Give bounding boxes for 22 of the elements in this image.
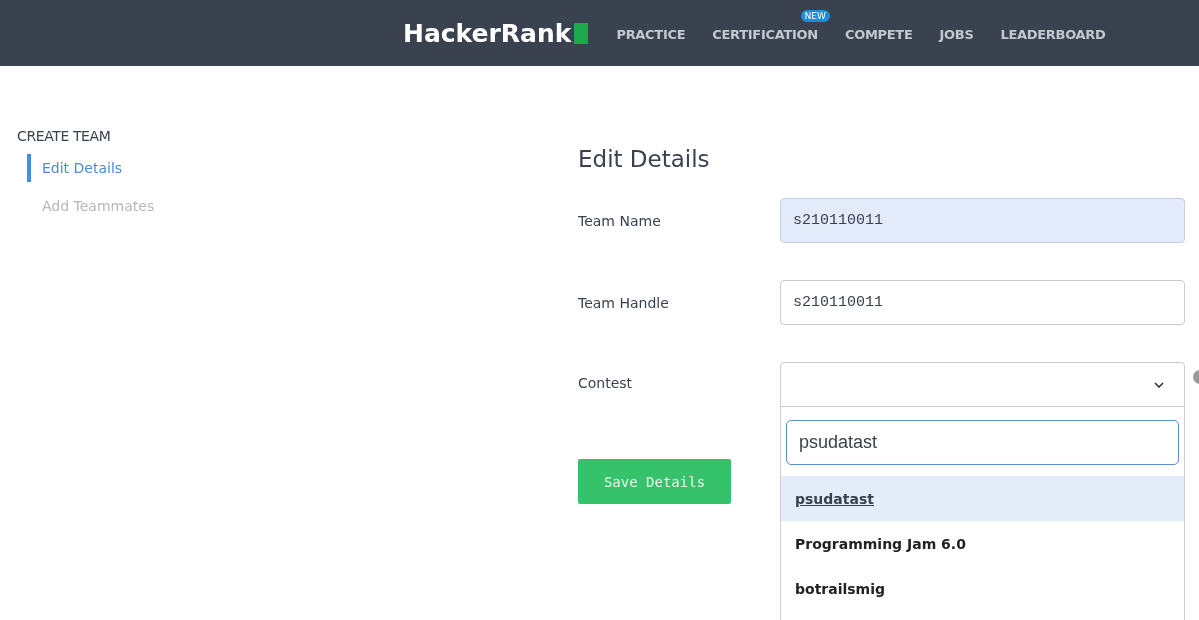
dropdown-option[interactable]: Programming Jam 6.0 bbox=[781, 521, 1184, 566]
caret-icon bbox=[1154, 382, 1164, 388]
nav-link[interactable]: COMPETE bbox=[844, 26, 913, 42]
nav-link[interactable]: LEADERBOARD bbox=[1000, 26, 1106, 42]
sidebar-item[interactable]: Edit Details bbox=[27, 154, 123, 182]
contest-dropdown[interactable] bbox=[780, 362, 1185, 407]
logo-mark-icon bbox=[574, 22, 589, 44]
nav-link[interactable]: JOBS bbox=[939, 26, 974, 42]
field-label: Contest bbox=[578, 374, 634, 391]
nav-link[interactable]: PRACTICE bbox=[616, 26, 686, 42]
form-heading: Edit Details bbox=[578, 146, 711, 172]
new-badge: NEW bbox=[800, 9, 830, 22]
dropdown-option[interactable]: botrailsmig bbox=[781, 566, 1184, 611]
field-label: Team Handle bbox=[578, 294, 670, 311]
field-label: Team Name bbox=[578, 212, 662, 229]
search-field[interactable]: psudatast bbox=[786, 420, 1179, 465]
sidebar-title: CREATE TEAM bbox=[17, 128, 111, 144]
dropdown-option[interactable]: psudatast bbox=[781, 476, 1184, 521]
text-field[interactable]: s210110011 bbox=[780, 280, 1185, 325]
text-field[interactable]: s210110011 bbox=[780, 198, 1185, 243]
logo[interactable]: HackerRank bbox=[403, 18, 572, 48]
nav-link[interactable]: CERTIFICATION bbox=[712, 26, 818, 42]
